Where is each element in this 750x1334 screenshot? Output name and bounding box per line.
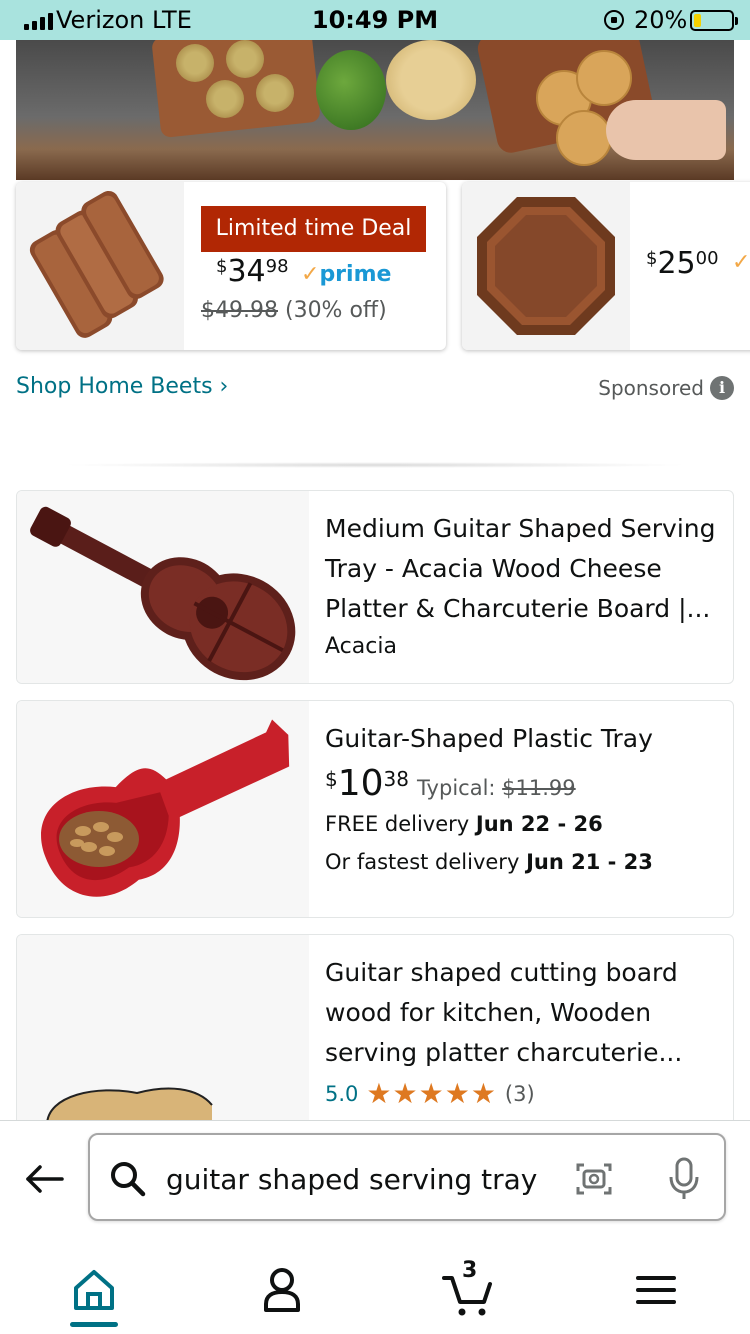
account-icon[interactable] — [252, 1260, 312, 1320]
sponsored-text: Sponsored — [598, 376, 704, 400]
fastest-delivery-info: Or fastest delivery Jun 21 - 23 — [325, 850, 653, 874]
rating-value: 5.0 — [325, 1081, 359, 1106]
info-icon[interactable]: i — [710, 376, 734, 400]
sponsored-label[interactable]: Sponsored i — [598, 376, 734, 400]
product-rating[interactable]: 5.0 ★★★★★ (3) — [325, 1077, 721, 1110]
product-image — [462, 182, 630, 350]
prime-badge: ✓prime — [301, 262, 392, 287]
deal-price: $3498 — [216, 254, 289, 289]
product-image — [17, 935, 309, 1133]
cart-count-badge: 3 — [462, 1258, 478, 1283]
free-delivery-info: FREE delivery Jun 22 - 26 — [325, 812, 603, 836]
product-title[interactable]: Medium Guitar Shaped Serving Tray - Acac… — [325, 509, 721, 629]
camera-search-icon[interactable] — [574, 1159, 614, 1199]
product-brand: Acacia — [325, 634, 397, 659]
deal-card[interactable]: $2500 ✓ — [462, 182, 750, 350]
deal-card[interactable]: Limited time Deal $3498 ✓prime $49.98 (3… — [16, 182, 446, 350]
shop-brand-link[interactable]: Shop Home Beets › — [16, 374, 228, 399]
status-bar: Verizon LTE 10:49 PM 20% — [0, 0, 750, 40]
search-input[interactable]: guitar shaped serving tray — [88, 1133, 726, 1221]
section-divider — [60, 462, 690, 468]
battery-icon — [690, 10, 738, 31]
microphone-icon[interactable] — [664, 1155, 704, 1203]
home-icon[interactable] — [64, 1260, 124, 1320]
product-image — [17, 491, 309, 683]
search-icon — [111, 1162, 146, 1197]
limited-deal-badge: Limited time Deal — [201, 206, 426, 252]
list-price: $49.98 (30% off) — [201, 298, 387, 323]
product-image — [17, 701, 309, 917]
search-bar-area: guitar shaped serving tray — [0, 1120, 750, 1234]
search-result-card[interactable]: Guitar-Shaped Plastic Tray $1038 Typical:… — [16, 700, 734, 918]
back-arrow-icon[interactable] — [22, 1157, 66, 1201]
product-title[interactable]: Guitar-Shaped Plastic Tray — [325, 719, 721, 759]
prime-check-icon: ✓ — [301, 262, 320, 287]
sponsored-banner-image[interactable] — [16, 40, 734, 180]
product-title[interactable]: Guitar shaped cutting board wood for kit… — [325, 953, 721, 1073]
menu-icon[interactable] — [626, 1260, 686, 1320]
battery-percentage: 20% — [634, 6, 688, 34]
active-tab-indicator — [70, 1322, 118, 1327]
search-query: guitar shaped serving tray — [166, 1163, 538, 1196]
search-result-card[interactable]: Guitar shaped cutting board wood for kit… — [16, 934, 734, 1134]
product-image — [16, 182, 184, 350]
typical-price: Typical: $11.99 — [417, 776, 576, 800]
bottom-navigation: 3 — [0, 1234, 750, 1334]
battery-level-fill — [694, 14, 701, 27]
rating-count: (3) — [504, 1081, 535, 1106]
search-result-card[interactable]: Medium Guitar Shaped Serving Tray - Acac… — [16, 490, 734, 684]
orientation-lock-icon — [604, 10, 624, 30]
product-price: $1038 Typical: $11.99 — [325, 763, 576, 804]
deal-price: $2500 — [646, 246, 719, 281]
star-rating-icon: ★★★★★ — [366, 1077, 497, 1110]
prime-check-icon: ✓ — [732, 250, 750, 275]
